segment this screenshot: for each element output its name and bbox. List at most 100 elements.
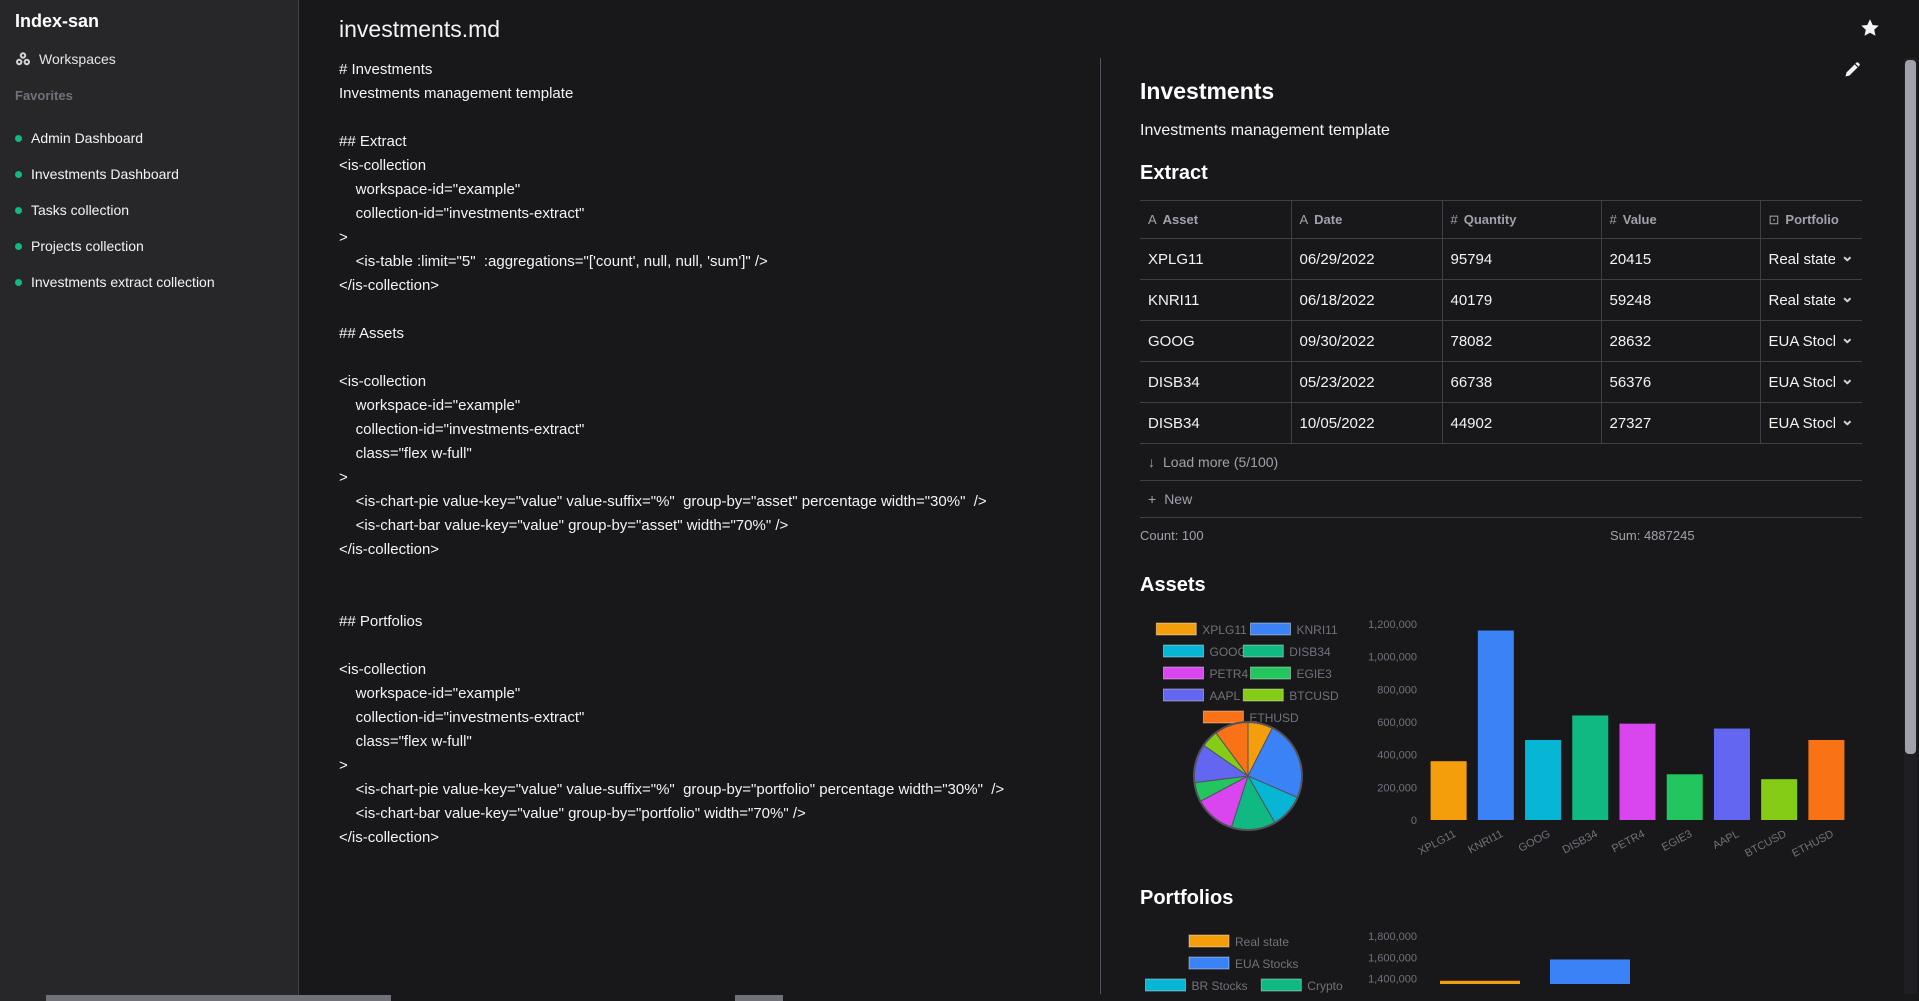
table-cell[interactable]: 40179 [1441, 279, 1602, 321]
bar[interactable] [1808, 739, 1845, 820]
workspaces-link[interactable]: Workspaces [15, 51, 116, 67]
legend-item[interactable]: KNRI11 [1250, 622, 1338, 637]
table-cell[interactable]: DISB34 [1140, 361, 1292, 403]
table-row[interactable]: DISB3405/23/20226673856376 EUA Stocks ⌄ [1140, 361, 1862, 403]
legend-swatch [1250, 666, 1291, 680]
table-cell[interactable]: 78082 [1441, 320, 1602, 362]
favorite-item-investments-extract[interactable]: Investments extract collection [15, 264, 215, 300]
legend-item[interactable]: XPLG11 [1155, 622, 1247, 637]
new-row-button[interactable]: + New [1140, 481, 1862, 518]
bar[interactable] [1761, 779, 1798, 820]
bar[interactable] [1713, 728, 1750, 820]
table-cell[interactable]: 56376 [1600, 361, 1761, 403]
column-header-value[interactable]: # Value [1600, 200, 1761, 239]
sum-aggregation: Sum: 4887245 [1610, 528, 1695, 543]
column-header-portfolio[interactable]: ⊡ Portfolio [1759, 200, 1862, 239]
favorite-item-projects-collection[interactable]: Projects collection [15, 228, 215, 264]
source-line [339, 562, 1079, 586]
source-line: Investments management template [339, 85, 574, 102]
markdown-source-editor[interactable]: # Investments Investments management temp… [339, 58, 1079, 850]
favorite-item-admin-dashboard[interactable]: Admin Dashboard [15, 120, 215, 156]
table-cell[interactable]: 95794 [1441, 238, 1602, 280]
legend-swatch [1188, 934, 1230, 948]
legend-item[interactable]: GOOG [1163, 644, 1247, 659]
portfolio-select-cell[interactable]: EUA Stocks ⌄ [1759, 402, 1862, 444]
portfolio-value: Real state [1768, 291, 1835, 309]
table-cell[interactable]: 66738 [1441, 361, 1602, 403]
legend-item[interactable]: DISB34 [1242, 644, 1331, 659]
bar[interactable] [1572, 715, 1609, 820]
portfolio-select-cell[interactable]: Real state ⌄ [1759, 279, 1862, 321]
table-cell[interactable]: KNRI11 [1140, 279, 1292, 321]
table-cell[interactable]: 06/29/2022 [1290, 238, 1443, 280]
legend-item[interactable]: Real state [1188, 934, 1289, 949]
extract-heading: Extract [1140, 162, 1208, 184]
column-header-label: Date [1314, 212, 1343, 227]
table-cell[interactable]: XPLG11 [1140, 238, 1292, 280]
table-cell[interactable]: 27327 [1600, 402, 1761, 444]
portfolio-select-cell[interactable]: EUA Stocks ⌄ [1759, 320, 1862, 362]
pane-divider[interactable] [1100, 58, 1101, 994]
source-line [339, 106, 1079, 130]
bar[interactable] [1440, 980, 1520, 984]
column-header-date[interactable]: A Date [1290, 200, 1443, 239]
vertical-scrollbar-thumb[interactable] [1905, 60, 1916, 754]
portfolios-bar-chart: 1,400,000 1,600,000 1,800,000 [1368, 931, 1630, 986]
horizontal-scrollbar-thumb[interactable] [46, 995, 391, 1001]
table-cell[interactable]: 09/30/2022 [1290, 320, 1443, 362]
bar[interactable] [1550, 959, 1630, 984]
chevron-down-icon[interactable]: ⌄ [1841, 412, 1854, 432]
table-row[interactable]: XPLG11 06/29/2022 95794 20415 Real state ⌄ [1140, 238, 1862, 280]
chevron-down-icon[interactable]: ⌄ [1841, 248, 1854, 268]
bar[interactable] [1430, 761, 1467, 820]
table-cell[interactable]: GOOG [1140, 320, 1292, 362]
chevron-down-icon[interactable]: ⌄ [1841, 289, 1854, 309]
load-more-button[interactable]: ↓ Load more (5/100) [1140, 444, 1862, 481]
table-cell[interactable]: 05/23/2022 [1290, 361, 1443, 403]
table-row[interactable]: DISB3410/05/20224490227327 EUA Stocks ⌄ [1140, 402, 1862, 444]
text-icon: A [1148, 212, 1157, 227]
legend-item[interactable]: AAPL [1163, 688, 1241, 703]
bar[interactable] [1619, 723, 1656, 820]
chevron-down-icon[interactable]: ⌄ [1841, 330, 1854, 350]
table-row[interactable]: KNRI11 06/18/2022 40179 59248 Real state ⌄ [1140, 279, 1862, 321]
portfolio-select-cell[interactable]: EUA Stocks ⌄ [1759, 361, 1862, 403]
legend-item[interactable]: EUA Stocks [1188, 956, 1298, 971]
assets-pie-chart: XPLG11 KNRI11 GOOG DISB34 PETR4 EGIE3 AAPL BTCU… [1140, 618, 1355, 838]
column-header-asset[interactable]: A Asset [1140, 200, 1292, 239]
legend-item[interactable]: BTCUSD [1242, 688, 1339, 703]
portfolios-pie-chart: Real state EUA Stocks BR Stocks Crypto [1140, 930, 1355, 1000]
y-tick-label: 1,000,000 [1368, 652, 1417, 664]
legend-item[interactable]: Crypto [1260, 978, 1343, 993]
legend-item[interactable]: BR Stocks [1145, 978, 1248, 993]
table-cell[interactable]: 06/18/2022 [1290, 279, 1443, 321]
star-icon[interactable] [1859, 17, 1881, 39]
legend-swatch [1202, 710, 1244, 724]
table-cell[interactable]: 20415 [1600, 238, 1761, 280]
table-cell[interactable]: DISB34 [1140, 402, 1292, 444]
source-line: </is-collection> [339, 541, 440, 558]
favorite-item-tasks-collection[interactable]: Tasks collection [15, 192, 215, 228]
bar[interactable] [1477, 630, 1514, 820]
legend-item[interactable]: PETR4 [1163, 666, 1249, 681]
bar[interactable] [1666, 774, 1703, 820]
source-line: <is-chart-pie value-key="value" value-su… [339, 781, 1005, 798]
table-cell[interactable]: 59248 [1600, 279, 1761, 321]
chevron-down-icon[interactable]: ⌄ [1841, 371, 1854, 391]
legend-item[interactable]: EGIE3 [1250, 666, 1333, 681]
table-cell[interactable]: 10/05/2022 [1290, 402, 1443, 444]
bar[interactable] [1525, 739, 1562, 820]
favorite-item-investments-dashboard[interactable]: Investments Dashboard [15, 156, 215, 192]
portfolio-select-cell[interactable]: Real state ⌄ [1759, 238, 1862, 280]
plus-icon: + [1148, 491, 1157, 507]
table-cell[interactable]: 44902 [1441, 402, 1602, 444]
x-tick-label: ETHUSD [1790, 828, 1836, 860]
table-row[interactable]: GOOG09/30/20227808228632 EUA Stocks ⌄ [1140, 320, 1862, 362]
horizontal-scrollbar-thumb-preview[interactable] [735, 995, 783, 1001]
column-header-quantity[interactable]: # Quantity [1441, 200, 1602, 239]
legend-swatch [1250, 622, 1291, 636]
source-line: <is-collection [339, 661, 427, 678]
source-line: </is-collection> [339, 277, 440, 294]
table-cell[interactable]: 28632 [1600, 320, 1761, 362]
source-line: > [339, 469, 348, 486]
